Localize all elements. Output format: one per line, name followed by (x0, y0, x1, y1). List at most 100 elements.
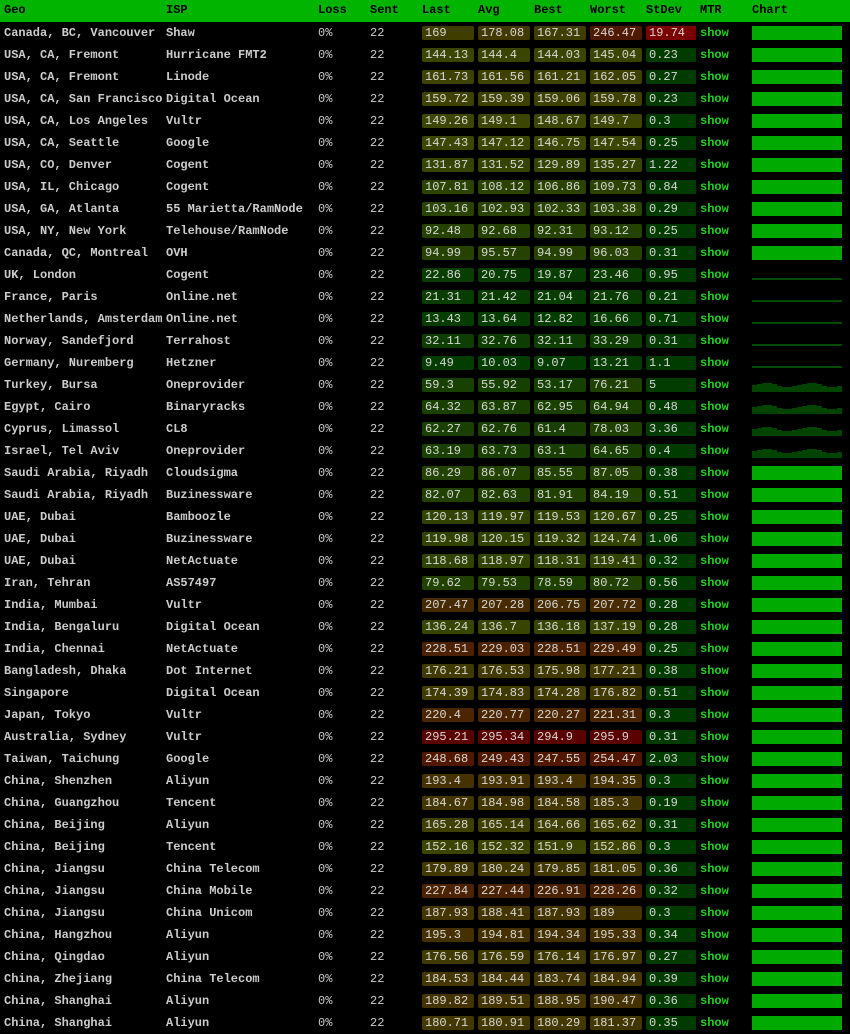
chart-sparkline[interactable] (752, 950, 842, 964)
chart-sparkline[interactable] (752, 708, 842, 722)
mtr-show-link[interactable]: show (700, 686, 729, 700)
mtr-show-link[interactable]: show (700, 620, 729, 634)
mtr-show-link[interactable]: show (700, 268, 729, 282)
mtr-show-link[interactable]: show (700, 422, 729, 436)
chart-sparkline[interactable] (752, 334, 842, 348)
mtr-show-link[interactable]: show (700, 818, 729, 832)
chart-sparkline[interactable] (752, 972, 842, 986)
mtr-show-link[interactable]: show (700, 950, 729, 964)
chart-sparkline[interactable] (752, 70, 842, 84)
mtr-show-link[interactable]: show (700, 202, 729, 216)
mtr-show-link[interactable]: show (700, 92, 729, 106)
mtr-show-link[interactable]: show (700, 840, 729, 854)
chart-sparkline[interactable] (752, 686, 842, 700)
mtr-show-link[interactable]: show (700, 246, 729, 260)
chart-sparkline[interactable] (752, 224, 842, 238)
mtr-show-link[interactable]: show (700, 994, 729, 1008)
chart-sparkline[interactable] (752, 620, 842, 634)
chart-sparkline[interactable] (752, 488, 842, 502)
chart-sparkline[interactable] (752, 906, 842, 920)
mtr-show-link[interactable]: show (700, 488, 729, 502)
chart-sparkline[interactable] (752, 268, 842, 282)
chart-sparkline[interactable] (752, 48, 842, 62)
mtr-show-link[interactable]: show (700, 642, 729, 656)
chart-sparkline[interactable] (752, 202, 842, 216)
mtr-show-link[interactable]: show (700, 554, 729, 568)
mtr-show-link[interactable]: show (700, 290, 729, 304)
chart-sparkline[interactable] (752, 818, 842, 832)
chart-sparkline[interactable] (752, 532, 842, 546)
mtr-show-link[interactable]: show (700, 444, 729, 458)
col-geo[interactable]: Geo (0, 0, 162, 22)
mtr-show-link[interactable]: show (700, 1016, 729, 1030)
mtr-show-link[interactable]: show (700, 224, 729, 238)
mtr-show-link[interactable]: show (700, 378, 729, 392)
chart-sparkline[interactable] (752, 994, 842, 1008)
chart-sparkline[interactable] (752, 466, 842, 480)
chart-sparkline[interactable] (752, 730, 842, 744)
mtr-show-link[interactable]: show (700, 708, 729, 722)
chart-sparkline[interactable] (752, 180, 842, 194)
mtr-show-link[interactable]: show (700, 598, 729, 612)
col-sent[interactable]: Sent (366, 0, 418, 22)
chart-sparkline[interactable] (752, 928, 842, 942)
chart-sparkline[interactable] (752, 444, 842, 458)
chart-sparkline[interactable] (752, 290, 842, 304)
mtr-show-link[interactable]: show (700, 114, 729, 128)
chart-sparkline[interactable] (752, 26, 842, 40)
chart-sparkline[interactable] (752, 136, 842, 150)
col-stdev[interactable]: StDev (642, 0, 696, 22)
mtr-show-link[interactable]: show (700, 906, 729, 920)
mtr-show-link[interactable]: show (700, 928, 729, 942)
col-best[interactable]: Best (530, 0, 586, 22)
mtr-show-link[interactable]: show (700, 752, 729, 766)
mtr-show-link[interactable]: show (700, 334, 729, 348)
mtr-show-link[interactable]: show (700, 532, 729, 546)
chart-sparkline[interactable] (752, 378, 842, 392)
chart-sparkline[interactable] (752, 576, 842, 590)
mtr-show-link[interactable]: show (700, 180, 729, 194)
chart-sparkline[interactable] (752, 752, 842, 766)
col-avg[interactable]: Avg (474, 0, 530, 22)
chart-sparkline[interactable] (752, 774, 842, 788)
chart-sparkline[interactable] (752, 510, 842, 524)
col-isp[interactable]: ISP (162, 0, 314, 22)
mtr-show-link[interactable]: show (700, 70, 729, 84)
mtr-show-link[interactable]: show (700, 400, 729, 414)
mtr-show-link[interactable]: show (700, 356, 729, 370)
mtr-show-link[interactable]: show (700, 136, 729, 150)
chart-sparkline[interactable] (752, 422, 842, 436)
chart-sparkline[interactable] (752, 554, 842, 568)
chart-sparkline[interactable] (752, 92, 842, 106)
mtr-show-link[interactable]: show (700, 312, 729, 326)
col-loss[interactable]: Loss (314, 0, 366, 22)
chart-sparkline[interactable] (752, 400, 842, 414)
col-worst[interactable]: Worst (586, 0, 642, 22)
col-mtr[interactable]: MTR (696, 0, 748, 22)
col-chart[interactable]: Chart (748, 0, 850, 22)
chart-sparkline[interactable] (752, 862, 842, 876)
chart-sparkline[interactable] (752, 840, 842, 854)
mtr-show-link[interactable]: show (700, 466, 729, 480)
mtr-show-link[interactable]: show (700, 862, 729, 876)
mtr-show-link[interactable]: show (700, 796, 729, 810)
chart-sparkline[interactable] (752, 114, 842, 128)
chart-sparkline[interactable] (752, 664, 842, 678)
chart-sparkline[interactable] (752, 796, 842, 810)
mtr-show-link[interactable]: show (700, 48, 729, 62)
chart-sparkline[interactable] (752, 884, 842, 898)
col-last[interactable]: Last (418, 0, 474, 22)
mtr-show-link[interactable]: show (700, 664, 729, 678)
chart-sparkline[interactable] (752, 158, 842, 172)
mtr-show-link[interactable]: show (700, 774, 729, 788)
mtr-show-link[interactable]: show (700, 510, 729, 524)
mtr-show-link[interactable]: show (700, 972, 729, 986)
chart-sparkline[interactable] (752, 598, 842, 612)
mtr-show-link[interactable]: show (700, 884, 729, 898)
chart-sparkline[interactable] (752, 642, 842, 656)
chart-sparkline[interactable] (752, 356, 842, 370)
mtr-show-link[interactable]: show (700, 26, 729, 40)
mtr-show-link[interactable]: show (700, 576, 729, 590)
chart-sparkline[interactable] (752, 1016, 842, 1030)
mtr-show-link[interactable]: show (700, 730, 729, 744)
